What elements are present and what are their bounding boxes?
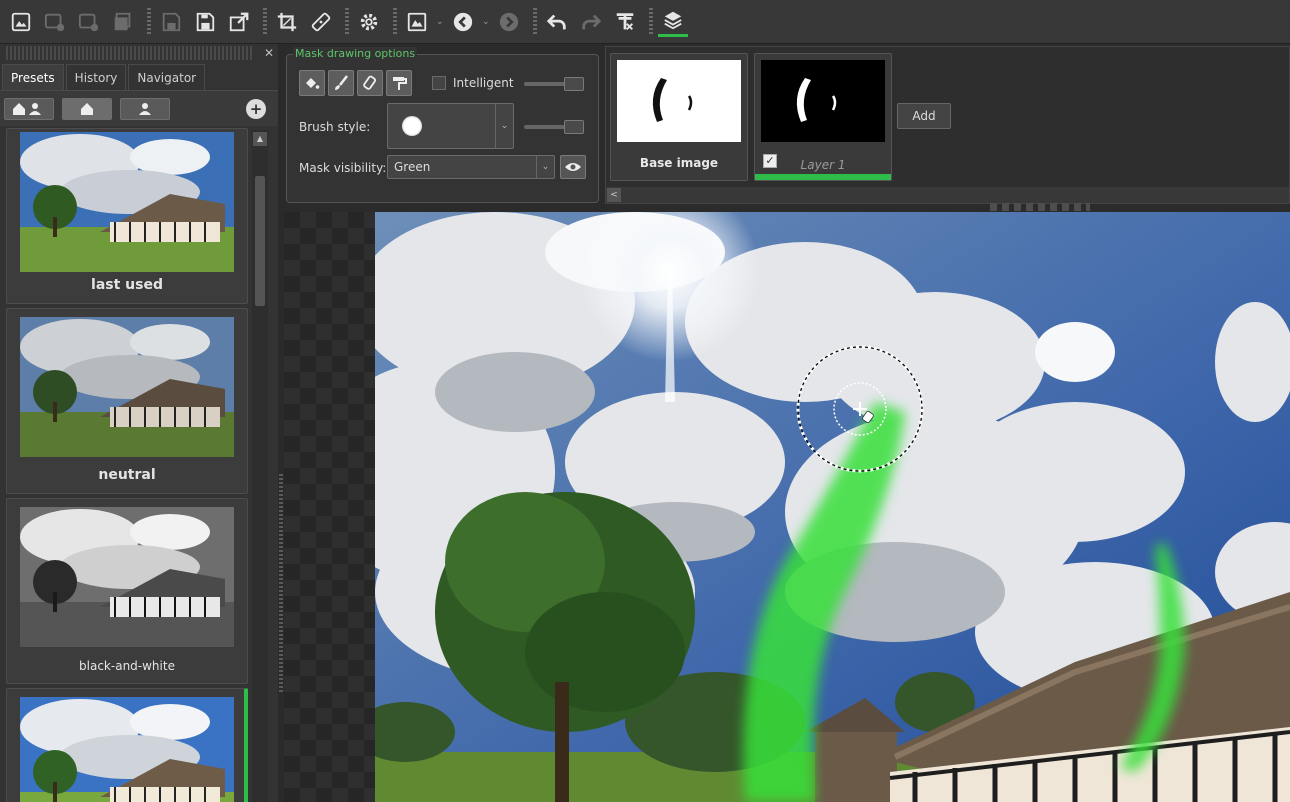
layer-thumbnail (617, 60, 741, 142)
preset-name: last used (91, 277, 163, 293)
settings-icon[interactable] (354, 7, 384, 37)
toolbar-separator (649, 7, 653, 36)
layer-1[interactable]: ✓ Layer 1 (754, 53, 892, 181)
tab-navigator[interactable]: Navigator (128, 64, 206, 90)
layer-base-image[interactable]: Base image (610, 53, 748, 181)
user-presets-icon[interactable] (120, 97, 170, 120)
preset-thumbnail (20, 507, 234, 647)
toolbar-separator (533, 7, 537, 36)
intelligent-label: Intelligent (453, 76, 514, 90)
crop-icon[interactable] (272, 7, 302, 37)
active-layer-indicator (755, 174, 891, 180)
pin-icon[interactable]: ✕ (264, 46, 274, 60)
preset-item[interactable] (6, 688, 248, 802)
main-toolbar: ⌄ ⌄ (0, 0, 1290, 44)
mask-visibility-value: Green (394, 160, 431, 174)
toolbar-separator (345, 7, 349, 36)
preset-thumbnail (20, 132, 234, 272)
preset-list: last used neutral black-and-white (0, 128, 250, 802)
add-image-icon[interactable] (40, 7, 70, 37)
fill-bucket-icon[interactable] (299, 70, 325, 96)
toolbar-separator (393, 7, 397, 36)
image-canvas[interactable] (284, 212, 1290, 802)
toolbar-separator (147, 7, 151, 36)
brush-preview-icon (402, 116, 422, 136)
export-icon[interactable] (224, 7, 254, 37)
view-mode-icon[interactable] (402, 7, 432, 37)
remove-image-icon[interactable] (74, 7, 104, 37)
brush-icon[interactable] (328, 70, 354, 96)
redo-icon[interactable] (576, 7, 606, 37)
panel-tabs: Presets History Navigator (0, 64, 278, 90)
mask-tools (299, 70, 415, 96)
mask-visibility-label: Mask visibility: (299, 161, 387, 175)
preset-scrollbar[interactable]: ▲ (252, 130, 268, 802)
scroll-thumb[interactable] (255, 176, 265, 306)
view-mode-caret-icon[interactable]: ⌄ (436, 17, 444, 27)
layer-name: Base image (639, 156, 719, 170)
preset-name: neutral (98, 467, 156, 483)
preset-thumbnail (20, 697, 234, 802)
layer-name: Layer 1 (800, 158, 846, 172)
batch-icon[interactable] (108, 7, 138, 37)
preset-thumbnail (20, 317, 234, 457)
layers-icon[interactable] (658, 7, 688, 37)
canvas-resize-handle[interactable] (990, 203, 1090, 211)
add-layer-button[interactable]: Add (897, 103, 951, 129)
forward-icon[interactable] (494, 7, 524, 37)
save-as-icon[interactable] (190, 7, 220, 37)
plus-circle-icon[interactable]: + (246, 98, 266, 119)
builtin-presets-icon[interactable] (62, 97, 112, 120)
brush-size-slider[interactable] (524, 120, 584, 134)
preset-item[interactable]: neutral (6, 308, 248, 494)
straighten-icon[interactable] (306, 7, 336, 37)
mask-options-title: Mask drawing options (293, 47, 418, 60)
intelligent-checkbox[interactable] (432, 76, 446, 90)
mask-drawing-options: Mask drawing options Intelligent Brush s… (286, 47, 599, 203)
eraser-icon[interactable] (357, 70, 383, 96)
clear-history-icon[interactable] (610, 7, 640, 37)
open-image-icon[interactable] (6, 7, 36, 37)
layers-scrollbar[interactable]: < (606, 187, 1289, 203)
preset-item[interactable]: last used (6, 128, 248, 304)
back-caret-icon[interactable]: ⌄ (482, 17, 490, 27)
intelligent-slider[interactable] (524, 77, 584, 91)
save-icon[interactable] (156, 7, 186, 37)
mask-visibility-select[interactable]: Green ⌄ (387, 155, 555, 179)
toolbar-separator (263, 7, 267, 36)
undo-icon[interactable] (542, 7, 572, 37)
chevron-down-icon[interactable]: ⌄ (495, 104, 513, 148)
chevron-down-icon[interactable]: ⌄ (536, 156, 554, 178)
tab-presets[interactable]: Presets (2, 64, 64, 90)
eye-icon[interactable] (560, 155, 586, 179)
all-presets-icon[interactable] (4, 97, 54, 120)
scroll-up-icon[interactable]: ▲ (253, 132, 267, 146)
layers-panel: Base image ✓ Layer 1 Add < (605, 46, 1290, 204)
brush-style-select[interactable]: ⌄ (387, 103, 514, 149)
layer-thumbnail (761, 60, 885, 142)
panel-grip[interactable] (6, 46, 254, 60)
tab-history[interactable]: History (65, 64, 127, 90)
brush-style-label: Brush style: (299, 120, 371, 134)
preset-filter-row: + (0, 90, 278, 126)
paint-roller-icon[interactable] (386, 70, 412, 96)
scroll-left-icon[interactable]: < (607, 188, 621, 202)
photo (375, 212, 1290, 802)
preset-item[interactable]: black-and-white (6, 498, 248, 684)
back-icon[interactable] (448, 7, 478, 37)
preset-name: black-and-white (79, 659, 175, 673)
